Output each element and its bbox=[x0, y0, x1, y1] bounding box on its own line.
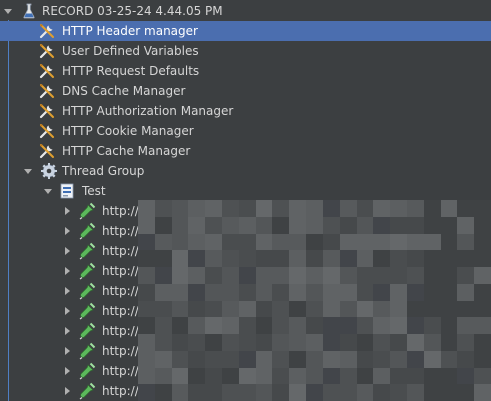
test-plan-tree[interactable]: RECORD 03-25-24 4.44.05 PM HTTP Header m… bbox=[0, 0, 491, 401]
http-sampler-icon bbox=[78, 202, 96, 220]
expand-arrow-icon[interactable] bbox=[62, 301, 74, 321]
gear-icon bbox=[40, 162, 58, 180]
sampler-label: http:// bbox=[102, 364, 139, 378]
wrench-icon bbox=[38, 62, 56, 80]
tree-row-test-controller[interactable]: Test bbox=[0, 181, 491, 201]
thread-group-label: Thread Group bbox=[62, 164, 145, 178]
collapse-arrow-icon[interactable] bbox=[42, 181, 54, 201]
config-element-label: HTTP Authorization Manager bbox=[62, 104, 234, 118]
http-sampler-icon bbox=[78, 382, 96, 400]
root-label: RECORD 03-25-24 4.44.05 PM bbox=[42, 4, 223, 18]
config-element-label: HTTP Request Defaults bbox=[62, 64, 200, 78]
wrench-icon bbox=[38, 82, 56, 100]
tree-row-config-element[interactable]: HTTP Cache Manager bbox=[0, 141, 491, 161]
expand-arrow-icon[interactable] bbox=[62, 381, 74, 401]
sampler-label: http:// bbox=[102, 344, 139, 358]
config-element-label: DNS Cache Manager bbox=[62, 84, 186, 98]
http-sampler-icon bbox=[78, 242, 96, 260]
wrench-icon bbox=[38, 102, 56, 120]
http-sampler-icon bbox=[78, 222, 96, 240]
tree-row-config-element[interactable]: User Defined Variables bbox=[0, 41, 491, 61]
http-sampler-icon bbox=[78, 282, 96, 300]
config-element-label: HTTP Cache Manager bbox=[62, 144, 191, 158]
expand-arrow-icon[interactable] bbox=[62, 221, 74, 241]
redacted-url-area bbox=[138, 200, 491, 401]
http-sampler-icon bbox=[78, 362, 96, 380]
http-sampler-icon bbox=[78, 302, 96, 320]
sampler-label: http:// bbox=[102, 284, 139, 298]
expand-arrow-icon[interactable] bbox=[62, 201, 74, 221]
tree-row-config-element[interactable]: HTTP Request Defaults bbox=[0, 61, 491, 81]
sampler-label: http:// bbox=[102, 204, 139, 218]
flask-icon bbox=[20, 2, 38, 20]
tree-row-config-element[interactable]: HTTP Header manager bbox=[0, 21, 491, 41]
tree-row-thread-group[interactable]: Thread Group bbox=[0, 161, 491, 181]
collapse-arrow-icon[interactable] bbox=[2, 1, 14, 21]
sampler-label: http:// bbox=[102, 224, 139, 238]
sampler-label: http:// bbox=[102, 384, 139, 398]
sampler-label: http:// bbox=[102, 324, 139, 338]
controller-label: Test bbox=[82, 184, 106, 198]
wrench-icon bbox=[38, 42, 56, 60]
collapse-arrow-icon[interactable] bbox=[22, 161, 34, 181]
config-element-label: HTTP Header manager bbox=[62, 24, 198, 38]
wrench-icon bbox=[38, 142, 56, 160]
expand-arrow-icon[interactable] bbox=[62, 361, 74, 381]
http-sampler-icon bbox=[78, 322, 96, 340]
expand-arrow-icon[interactable] bbox=[62, 281, 74, 301]
tree-row-config-element[interactable]: DNS Cache Manager bbox=[0, 81, 491, 101]
tree-row-config-element[interactable]: HTTP Authorization Manager bbox=[0, 101, 491, 121]
tree-root-row[interactable]: RECORD 03-25-24 4.44.05 PM bbox=[0, 1, 491, 21]
sampler-label: http:// bbox=[102, 244, 139, 258]
expand-arrow-icon[interactable] bbox=[62, 341, 74, 361]
wrench-icon bbox=[38, 122, 56, 140]
sampler-label: http:// bbox=[102, 304, 139, 318]
config-element-label: HTTP Cookie Manager bbox=[62, 124, 194, 138]
wrench-icon bbox=[38, 22, 56, 40]
config-element-label: User Defined Variables bbox=[62, 44, 199, 58]
expand-arrow-icon[interactable] bbox=[62, 261, 74, 281]
http-sampler-icon bbox=[78, 342, 96, 360]
transaction-controller-icon bbox=[58, 182, 76, 200]
tree-row-config-element[interactable]: HTTP Cookie Manager bbox=[0, 121, 491, 141]
http-sampler-icon bbox=[78, 262, 96, 280]
sampler-label: http:// bbox=[102, 264, 139, 278]
expand-arrow-icon[interactable] bbox=[62, 321, 74, 341]
expand-arrow-icon[interactable] bbox=[62, 241, 74, 261]
